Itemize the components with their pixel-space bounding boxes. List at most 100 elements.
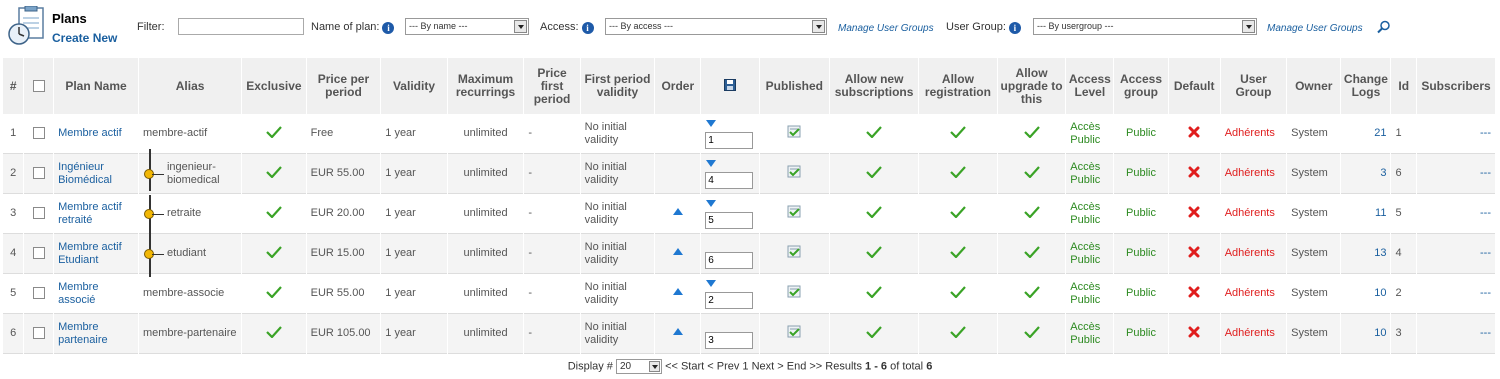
- default-cell[interactable]: [1168, 114, 1221, 154]
- allow-upgrade-cell[interactable]: [997, 273, 1067, 314]
- change-logs-link[interactable]: 21: [1374, 127, 1386, 139]
- published-icon[interactable]: [787, 245, 801, 259]
- allow-upgrade-cell[interactable]: [997, 114, 1067, 154]
- plan-name-cell[interactable]: Membre actif: [53, 114, 139, 154]
- subscribers-cell[interactable]: ---: [1416, 273, 1496, 314]
- change-logs-link[interactable]: 13: [1374, 247, 1386, 259]
- order-input[interactable]: [705, 251, 754, 269]
- move-down-icon[interactable]: [705, 279, 717, 288]
- search-icon[interactable]: [1377, 20, 1391, 34]
- check-icon[interactable]: [1023, 245, 1040, 258]
- published-cell[interactable]: [759, 313, 831, 354]
- order-cell[interactable]: [700, 193, 760, 234]
- cross-icon[interactable]: [1188, 286, 1200, 298]
- row-checkbox-cell[interactable]: [23, 273, 55, 314]
- move-up-icon[interactable]: [672, 327, 684, 336]
- allow-upgrade-cell[interactable]: [997, 193, 1067, 234]
- allow-registration-cell[interactable]: [918, 114, 998, 154]
- check-icon[interactable]: [866, 205, 882, 218]
- cross-icon[interactable]: [1188, 326, 1200, 338]
- check-icon[interactable]: [950, 165, 966, 178]
- exclusive-cell[interactable]: [241, 273, 307, 314]
- check-icon[interactable]: [266, 285, 282, 298]
- plan-name-cell[interactable]: Ingénieur Biomédical: [53, 153, 139, 194]
- allow-new-subscriptions-cell[interactable]: [829, 153, 920, 194]
- subscribers-link[interactable]: ---: [1480, 247, 1491, 259]
- order-cell[interactable]: [700, 313, 760, 354]
- default-cell[interactable]: [1168, 153, 1221, 194]
- check-icon[interactable]: [866, 245, 882, 258]
- select-all-checkbox[interactable]: [32, 80, 45, 93]
- published-icon[interactable]: [787, 325, 801, 339]
- order-input[interactable]: [705, 171, 754, 189]
- subscribers-link[interactable]: ---: [1480, 127, 1491, 139]
- order-up-cell[interactable]: [654, 313, 702, 354]
- check-icon[interactable]: [266, 165, 282, 178]
- row-checkbox-cell[interactable]: [23, 313, 55, 354]
- move-up-icon[interactable]: [672, 207, 684, 216]
- manage-user-groups-link-2[interactable]: Manage User Groups: [1267, 23, 1363, 34]
- allow-new-subscriptions-cell[interactable]: [829, 273, 920, 314]
- default-cell[interactable]: [1168, 313, 1221, 354]
- change-logs-cell[interactable]: 13: [1340, 233, 1392, 274]
- check-icon[interactable]: [950, 125, 966, 138]
- subscribers-cell[interactable]: ---: [1416, 114, 1496, 154]
- row-checkbox[interactable]: [32, 207, 45, 220]
- check-icon[interactable]: [866, 165, 882, 178]
- plan-name-link[interactable]: Membre actif Etudiant: [58, 241, 122, 266]
- save-order-icon[interactable]: [723, 78, 736, 91]
- check-icon[interactable]: [950, 245, 966, 258]
- info-icon[interactable]: i: [382, 22, 395, 34]
- name-select[interactable]: --- By name ---: [405, 18, 529, 35]
- plan-name-link[interactable]: Ingénieur Biomédical: [58, 161, 112, 186]
- order-input[interactable]: [705, 331, 754, 349]
- row-checkbox[interactable]: [32, 127, 45, 140]
- order-input[interactable]: [705, 131, 754, 149]
- info-icon[interactable]: i: [1008, 22, 1021, 34]
- order-up-cell[interactable]: [654, 273, 702, 314]
- allow-new-subscriptions-cell[interactable]: [829, 193, 920, 234]
- change-logs-link[interactable]: 10: [1374, 327, 1386, 339]
- published-cell[interactable]: [759, 193, 831, 234]
- default-cell[interactable]: [1168, 233, 1221, 274]
- order-cell[interactable]: [700, 273, 760, 314]
- info-icon[interactable]: i: [581, 22, 594, 34]
- exclusive-cell[interactable]: [241, 153, 307, 194]
- filter-input[interactable]: [178, 18, 304, 35]
- check-icon[interactable]: [1023, 325, 1040, 338]
- row-checkbox-cell[interactable]: [23, 193, 55, 234]
- order-input[interactable]: [705, 211, 754, 229]
- allow-registration-cell[interactable]: [918, 193, 998, 234]
- plan-name-cell[interactable]: Membre actif Etudiant: [53, 233, 139, 274]
- check-icon[interactable]: [950, 325, 966, 338]
- allow-new-subscriptions-cell[interactable]: [829, 233, 920, 274]
- subscribers-cell[interactable]: ---: [1416, 193, 1496, 234]
- allow-new-subscriptions-cell[interactable]: [829, 114, 920, 154]
- plan-name-cell[interactable]: Membre partenaire: [53, 313, 139, 354]
- move-down-icon[interactable]: [705, 159, 717, 168]
- check-icon[interactable]: [266, 245, 282, 258]
- column-header[interactable]: [700, 58, 760, 114]
- usergroup-select[interactable]: --- By usergroup ---: [1033, 18, 1257, 35]
- order-cell[interactable]: [700, 153, 760, 194]
- check-icon[interactable]: [866, 325, 882, 338]
- cross-icon[interactable]: [1188, 166, 1200, 178]
- row-checkbox-cell[interactable]: [23, 114, 55, 154]
- order-up-cell[interactable]: [654, 233, 702, 274]
- allow-registration-cell[interactable]: [918, 273, 998, 314]
- allow-registration-cell[interactable]: [918, 313, 998, 354]
- exclusive-cell[interactable]: [241, 313, 307, 354]
- check-icon[interactable]: [1023, 165, 1040, 178]
- plan-name-cell[interactable]: Membre associé: [53, 273, 139, 314]
- check-icon[interactable]: [866, 285, 882, 298]
- check-icon[interactable]: [266, 325, 282, 338]
- exclusive-cell[interactable]: [241, 193, 307, 234]
- plan-name-cell[interactable]: Membre actif retraité: [53, 193, 139, 234]
- published-icon[interactable]: [787, 125, 801, 139]
- allow-new-subscriptions-cell[interactable]: [829, 313, 920, 354]
- cross-icon[interactable]: [1188, 206, 1200, 218]
- published-icon[interactable]: [787, 285, 801, 299]
- change-logs-link[interactable]: 3: [1380, 167, 1386, 179]
- display-select[interactable]: 20: [616, 359, 662, 374]
- allow-registration-cell[interactable]: [918, 153, 998, 194]
